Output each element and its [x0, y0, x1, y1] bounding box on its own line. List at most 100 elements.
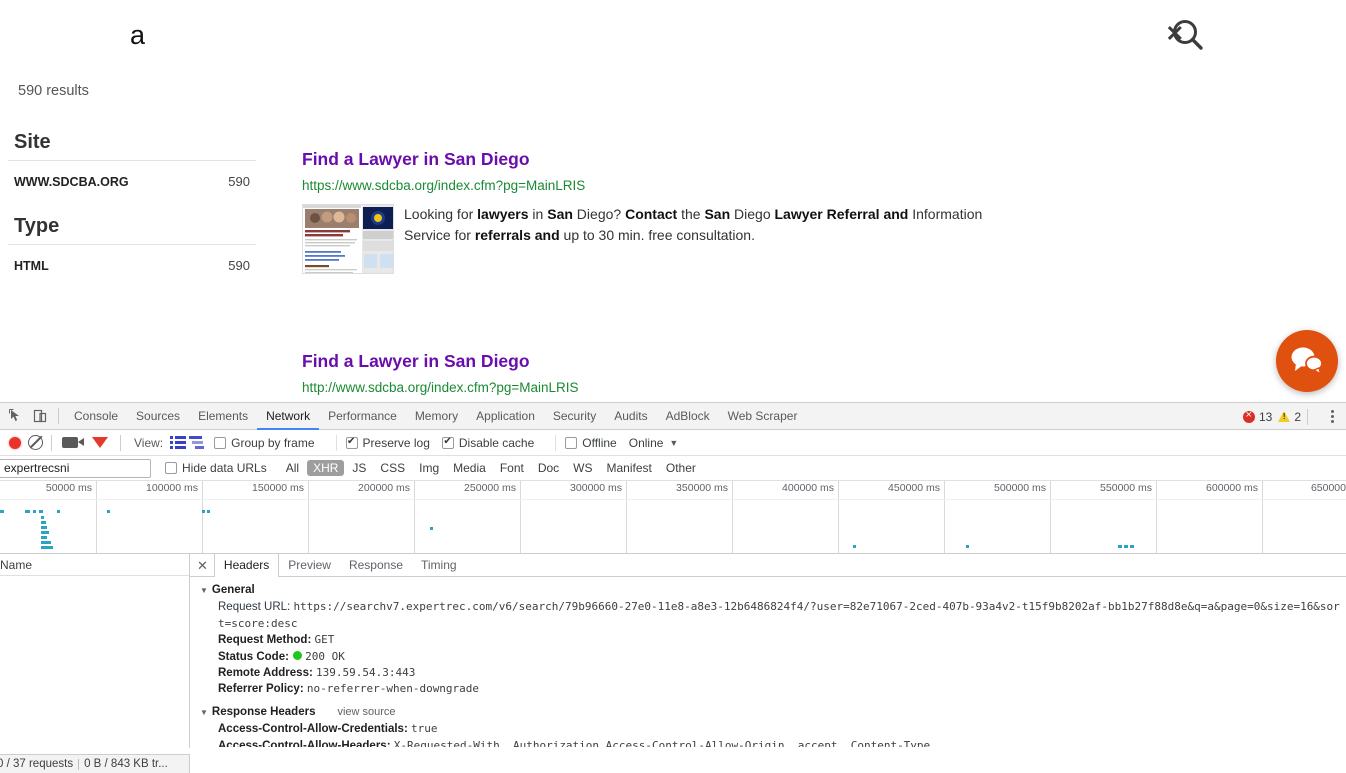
throttling-value[interactable]: Online	[629, 436, 664, 450]
facet-item-type-html[interactable]: HTML 590	[8, 245, 256, 277]
tab-audits[interactable]: Audits	[605, 403, 656, 430]
detail-tab-headers[interactable]: Headers	[214, 554, 279, 577]
tab-elements[interactable]: Elements	[189, 403, 257, 430]
filter-input[interactable]	[0, 459, 151, 478]
toolbar-divider	[1307, 409, 1308, 425]
result-url[interactable]: https://www.sdcba.org/index.cfm?pg=MainL…	[302, 177, 1202, 194]
capture-screenshots-icon[interactable]	[62, 437, 78, 448]
preserve-log-checkbox[interactable]: Preserve log	[346, 436, 430, 450]
search-icon[interactable]	[1170, 17, 1206, 53]
record-button[interactable]	[9, 437, 21, 449]
chevron-down-icon[interactable]: ▼	[669, 438, 678, 448]
remote-address-value: 139.59.54.3:443	[316, 666, 415, 679]
warning-count-badge[interactable]: 2	[1278, 410, 1301, 424]
status-code-row: Status Code: 200 OK	[200, 649, 1346, 665]
toolbar-divider	[120, 435, 121, 451]
inspect-element-icon[interactable]	[4, 404, 28, 428]
chevron-down-icon: ▼	[200, 705, 208, 720]
waterfall-view-icon[interactable]	[189, 436, 205, 449]
filter-type-other[interactable]: Other	[660, 460, 702, 476]
hide-data-urls-checkbox[interactable]: Hide data URLs	[165, 461, 267, 475]
network-overview-timeline[interactable]: 50000 ms 100000 ms 150000 ms 200000 ms 2…	[0, 481, 1346, 554]
filter-type-font[interactable]: Font	[494, 460, 530, 476]
filter-type-img[interactable]: Img	[413, 460, 445, 476]
referrer-policy-value: no-referrer-when-downgrade	[307, 682, 479, 695]
snippet-highlight: San	[704, 206, 730, 222]
filter-type-media[interactable]: Media	[447, 460, 492, 476]
header-value: X-Requested-With, Authorization,Access-C…	[394, 739, 930, 747]
result-url[interactable]: http://www.sdcba.org/index.cfm?pg=MainLR…	[302, 379, 1202, 396]
close-detail-icon[interactable]: ✕	[195, 554, 215, 577]
chat-bubble-icon[interactable]	[1276, 330, 1338, 392]
search-result-item: Find a Lawyer in San Diego http://www.sd…	[302, 350, 1202, 396]
devtools-tabbar-right: 13 2	[1237, 403, 1342, 430]
filter-type-css[interactable]: CSS	[374, 460, 411, 476]
network-toolbar: View: Group by frame Preserve log Disabl…	[0, 430, 1346, 456]
filter-type-js[interactable]: JS	[346, 460, 372, 476]
tab-sources[interactable]: Sources	[127, 403, 189, 430]
header-value: true	[411, 722, 438, 735]
tab-performance[interactable]: Performance	[319, 403, 406, 430]
column-header-name[interactable]: Name	[0, 554, 189, 576]
remote-address-row: Remote Address: 139.59.54.3:443	[200, 665, 1346, 681]
request-url-value[interactable]: https://searchv7.expertrec.com/v6/search…	[218, 600, 1340, 629]
filter-type-doc[interactable]: Doc	[532, 460, 565, 476]
tab-security[interactable]: Security	[544, 403, 605, 430]
overview-event-band	[0, 499, 1346, 553]
tab-web-scraper[interactable]: Web Scraper	[719, 403, 807, 430]
tab-memory[interactable]: Memory	[406, 403, 467, 430]
clear-icon[interactable]	[28, 435, 43, 450]
checkbox-box	[214, 437, 226, 449]
device-toolbar-icon[interactable]	[28, 404, 52, 428]
toolbar-divider	[336, 435, 337, 451]
checkbox-label: Hide data URLs	[182, 461, 267, 475]
detail-tab-timing[interactable]: Timing	[412, 554, 466, 577]
search-result-item: Find a Lawyer in San Diego https://www.s…	[302, 148, 1202, 274]
list-view-icon[interactable]	[170, 436, 186, 449]
checkbox-box	[165, 462, 177, 474]
results-count: 590 results	[18, 83, 89, 99]
view-label: View:	[134, 436, 163, 450]
warning-icon	[1278, 411, 1290, 422]
checkbox-label: Group by frame	[231, 436, 314, 450]
web-page-content: a ✕ 590 results Site WWW.SDCBA.ORG 590 T…	[0, 0, 1346, 402]
status-code-label: Status Code:	[218, 651, 289, 663]
result-title-link[interactable]: Find a Lawyer in San Diego	[302, 148, 530, 170]
error-icon	[1243, 411, 1255, 423]
error-count-badge[interactable]: 13	[1243, 410, 1272, 424]
result-title-link[interactable]: Find a Lawyer in San Diego	[302, 350, 530, 372]
snippet-text: Diego	[730, 206, 774, 222]
detail-tab-response[interactable]: Response	[340, 554, 412, 577]
filter-type-manifest[interactable]: Manifest	[601, 460, 658, 476]
tab-application[interactable]: Application	[467, 403, 544, 430]
filter-icon[interactable]	[92, 437, 108, 448]
more-options-icon[interactable]	[1322, 406, 1342, 428]
facet-label: HTML	[14, 259, 49, 273]
requests-table[interactable]: Name	[0, 554, 190, 748]
detail-tab-preview[interactable]: Preview	[279, 554, 340, 577]
tab-console[interactable]: Console	[65, 403, 127, 430]
status-ok-icon	[293, 651, 302, 660]
facet-label: WWW.SDCBA.ORG	[14, 175, 129, 189]
checkbox-box	[442, 437, 454, 449]
offline-checkbox[interactable]: Offline	[565, 436, 616, 450]
disable-cache-checkbox[interactable]: Disable cache	[442, 436, 534, 450]
group-by-frame-checkbox[interactable]: Group by frame	[214, 436, 314, 450]
filter-type-all[interactable]: All	[280, 460, 305, 476]
checkbox-box	[346, 437, 358, 449]
search-query-text[interactable]: a	[130, 18, 145, 52]
filter-type-ws[interactable]: WS	[567, 460, 598, 476]
tab-adblock[interactable]: AdBlock	[657, 403, 719, 430]
response-headers-section-header[interactable]: ▼ Response Headers view source	[200, 705, 1346, 720]
request-detail-pane: ✕ Headers Preview Response Timing ▼ Gene…	[190, 554, 1346, 748]
result-thumbnail[interactable]	[302, 204, 394, 274]
snippet-highlight: Contact	[625, 206, 677, 222]
request-method-label: Request Method:	[218, 634, 311, 646]
general-section-header[interactable]: ▼ General	[200, 583, 1346, 598]
tab-network[interactable]: Network	[257, 403, 319, 430]
view-source-link[interactable]: view source	[337, 705, 395, 720]
checkbox-box	[565, 437, 577, 449]
filter-type-xhr[interactable]: XHR	[307, 460, 344, 476]
facet-item-site-sdcba[interactable]: WWW.SDCBA.ORG 590	[8, 161, 256, 193]
request-url-label: Request URL:	[218, 601, 290, 613]
